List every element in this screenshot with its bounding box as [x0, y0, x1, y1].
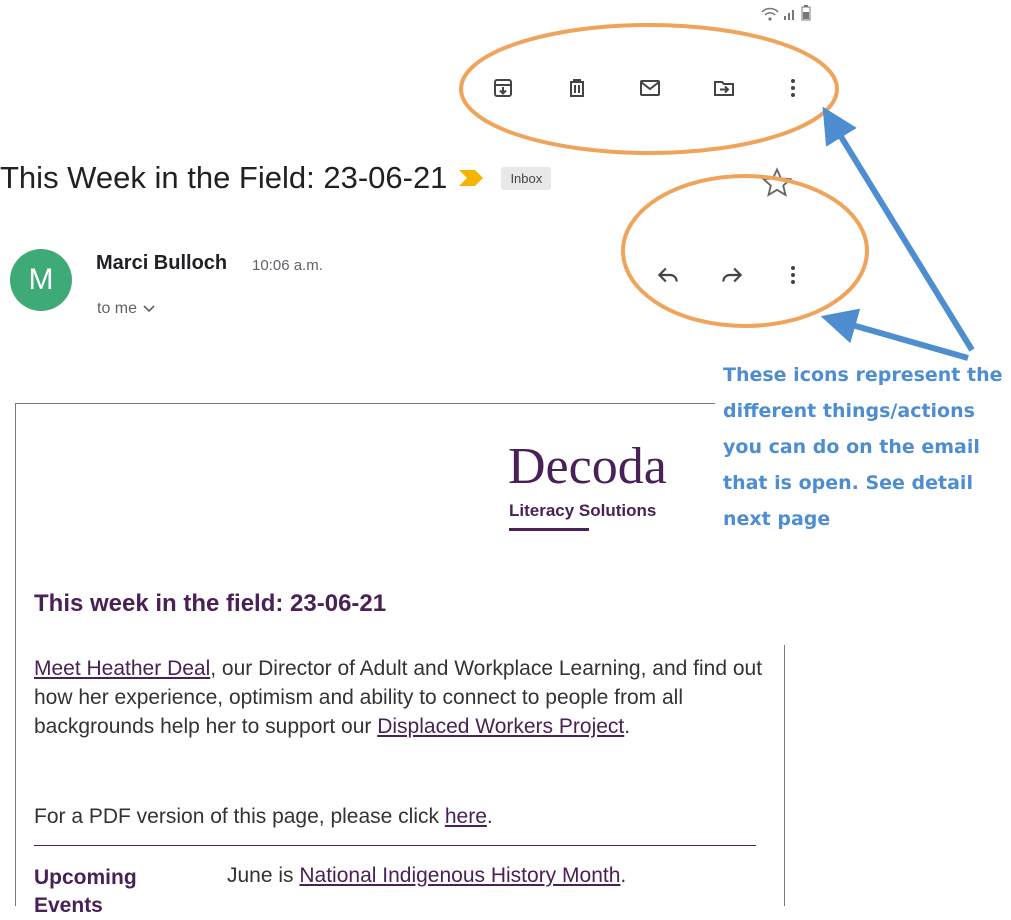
more-vert-icon[interactable] [777, 72, 809, 104]
pdf-text-2: . [486, 805, 493, 828]
intro-paragraph: Meet Heather Deal, our Director of Adult… [34, 654, 764, 741]
event-line: June is National Indigenous History Mont… [227, 864, 626, 888]
annotation-text: These icons represent the different thin… [723, 364, 1003, 530]
wifi-icon [761, 7, 779, 21]
recipient-label: to me [97, 300, 138, 317]
inbox-label-badge[interactable]: Inbox [501, 166, 552, 190]
message-actions-highlight-ellipse [621, 174, 869, 328]
sent-time: 10:06 a.m. [252, 257, 323, 274]
pdf-text-1: For a PDF version of this page, please c… [34, 805, 445, 828]
email-card-top-border [15, 403, 715, 404]
email-card-right-border [784, 645, 785, 906]
intro-text-2: . [624, 715, 631, 738]
email-body-heading: This week in the field: 23-06-21 [34, 590, 387, 617]
recipient-details-toggle[interactable]: to me [97, 300, 155, 318]
status-bar [761, 5, 811, 21]
email-card-left-border [15, 403, 16, 906]
event-text-1: June is [227, 864, 300, 887]
logo-subtext: Literacy Solutions [509, 501, 657, 520]
email-subject: This Week in the Field: 23-06-21 [0, 160, 448, 195]
reply-icon[interactable] [651, 258, 685, 292]
arrow-to-message-actions [820, 308, 969, 361]
importance-marker-icon[interactable] [457, 168, 485, 188]
delete-icon[interactable] [561, 72, 593, 104]
forward-icon[interactable] [715, 258, 749, 292]
archive-icon[interactable] [487, 72, 519, 104]
signal-icon [784, 10, 794, 20]
star-icon[interactable] [760, 166, 794, 200]
chevron-down-icon [143, 305, 155, 313]
avatar[interactable]: M [10, 249, 72, 311]
mark-unread-icon[interactable] [634, 72, 666, 104]
decoda-logo: Decoda Literacy Solutions [508, 437, 718, 537]
message-more-vert-icon[interactable] [776, 258, 810, 292]
move-to-icon[interactable] [708, 72, 740, 104]
national-indigenous-history-month-link[interactable]: National Indigenous History Month [299, 864, 620, 887]
upcoming-events-label: Upcoming Events [34, 866, 137, 917]
displaced-workers-project-link[interactable]: Displaced Workers Project [377, 715, 624, 738]
arrow-to-toolbar [822, 106, 975, 352]
pdf-paragraph: For a PDF version of this page, please c… [34, 802, 774, 831]
logo-underline [509, 528, 589, 531]
logo-text: Decoda [508, 438, 667, 495]
sender-name: Marci Bulloch [96, 252, 228, 274]
event-text-2: . [620, 864, 627, 887]
section-divider [34, 845, 756, 846]
meet-heather-deal-link[interactable]: Meet Heather Deal [34, 657, 210, 680]
pdf-here-link[interactable]: here [445, 805, 487, 828]
battery-icon [801, 5, 811, 21]
email-subject-row: This Week in the Field: 23-06-21 Inbox [0, 160, 552, 196]
